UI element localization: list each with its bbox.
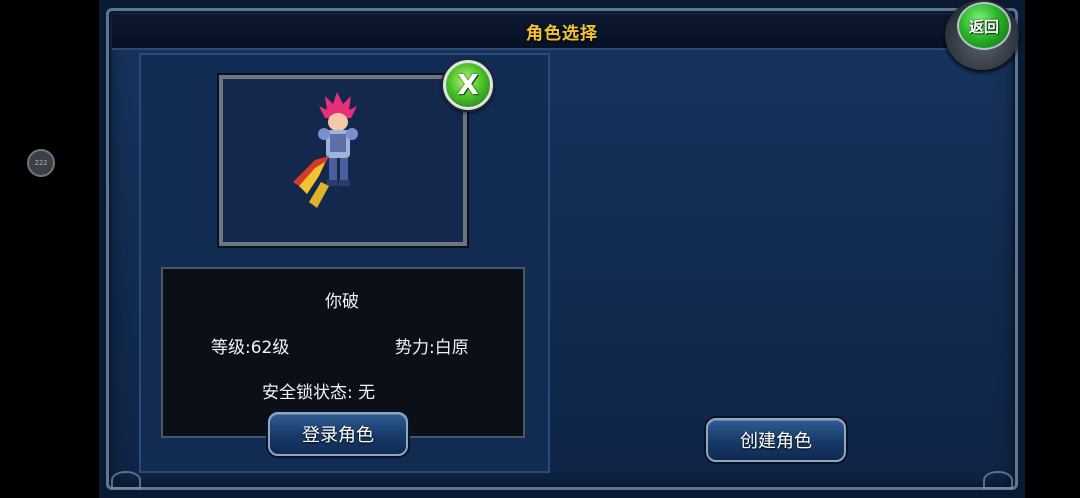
window-title: 角色选择: [526, 23, 598, 44]
close-icon: X: [457, 68, 479, 101]
login-character-label: 登录角色: [302, 425, 374, 446]
empty-slot-area: [560, 53, 1006, 473]
floating-assist-label: 222: [34, 159, 48, 167]
character-level: 等级:62级: [211, 338, 290, 358]
back-label: 返回: [968, 17, 999, 36]
character-faction: 势力:白原: [395, 338, 469, 358]
login-character-button[interactable]: 登录角色: [268, 412, 408, 456]
security-lock-status: 安全锁状态: 无: [262, 383, 376, 403]
corner-ornament-right: [983, 471, 1013, 489]
create-character-label: 创建角色: [740, 431, 812, 452]
create-character-button[interactable]: 创建角色: [706, 418, 846, 462]
title-bar: 角色选择: [112, 14, 1012, 50]
back-button-core: 返回: [957, 2, 1011, 50]
character-avatar: [293, 92, 358, 208]
floating-assist-button[interactable]: 222: [27, 149, 55, 177]
delete-character-button[interactable]: X: [443, 60, 493, 110]
character-name: 你破: [325, 292, 359, 312]
corner-ornament-left: [111, 471, 141, 489]
